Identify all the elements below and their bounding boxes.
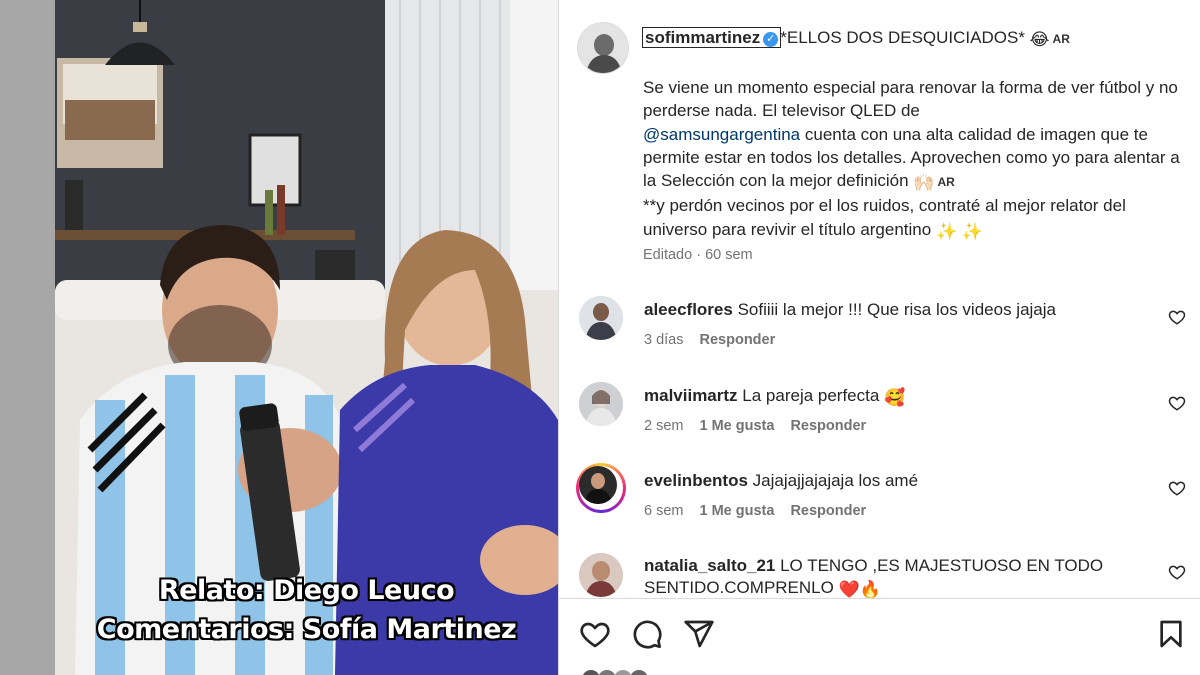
comment-like-count[interactable]: 1 Me gusta <box>700 418 775 434</box>
comment-icon[interactable] <box>631 618 663 650</box>
video-caption-line-2: Comentarios: Sofía Martinez <box>96 614 517 645</box>
commenter-avatar[interactable] <box>579 553 623 597</box>
comment-item: natalia_salto_21 LO TENGO ,ES MAJESTUOSO… <box>559 549 1200 598</box>
video-frame <box>55 0 558 675</box>
comment-text: LO TENGO ,ES MAJESTUOSO EN TODO <box>780 556 1104 575</box>
commenter-username[interactable]: malviimartz <box>644 386 738 405</box>
commenter-avatar[interactable] <box>579 466 617 504</box>
reply-button[interactable]: Responder <box>700 332 776 348</box>
country-tag-2: AR <box>937 175 955 190</box>
comment-like-heart-icon[interactable] <box>1168 308 1186 326</box>
caption-text-1: Se viene un momento especial para renova… <box>643 78 1178 121</box>
commenter-avatar[interactable] <box>579 382 623 426</box>
laugh-emoji: 😂 <box>1029 30 1050 49</box>
liked-by-avatars[interactable] <box>581 669 651 675</box>
mention-link[interactable]: @samsungargentina <box>643 125 800 144</box>
author-username-link[interactable]: sofimmartinez ✓ <box>641 27 782 48</box>
post-actions-bar <box>559 599 1200 675</box>
commenter-avatar[interactable] <box>579 296 623 340</box>
verified-badge-icon: ✓ <box>763 32 779 47</box>
commenter-username[interactable]: evelinbentos <box>644 471 748 490</box>
post-caption: Se viene un momento especial para renova… <box>643 76 1183 243</box>
comment-like-heart-icon[interactable] <box>1168 394 1186 412</box>
reply-button[interactable]: Responder <box>790 503 866 519</box>
video-caption-line-1: Relato: Diego Leuco <box>158 575 455 606</box>
post-header: sofimmartinez ✓ *ELLOS DOS DESQUICIADOS* 😂… <box>641 27 1070 50</box>
country-tag: AR <box>1052 32 1070 46</box>
caption-text-3: **y perdón vecinos por el los ruidos, co… <box>643 196 1126 239</box>
left-margin <box>0 0 55 675</box>
comment-text: Sofiiii la mejor !!! Que risa los videos… <box>737 300 1056 319</box>
post-title: *ELLOS DOS DESQUICIADOS* <box>780 28 1025 47</box>
author-avatar[interactable] <box>577 22 629 74</box>
hands-emoji: 🙌🏻 <box>913 173 935 193</box>
author-username[interactable]: sofimmartinez <box>645 28 760 47</box>
commenter-story-ring[interactable] <box>576 463 626 513</box>
smiling-hearts-emoji: 🥰 <box>884 388 906 407</box>
bookmark-icon[interactable] <box>1155 618 1187 650</box>
share-icon[interactable] <box>683 618 715 650</box>
commenter-username[interactable]: natalia_salto_21 <box>644 556 775 575</box>
reply-button[interactable]: Responder <box>790 418 866 434</box>
edited-timestamp: Editado · 60 sem <box>643 247 753 263</box>
comment-time: 3 días <box>644 332 684 348</box>
post-video[interactable]: Relato: Diego Leuco Comentarios: Sofía M… <box>55 0 558 675</box>
comment-time: 2 sem <box>644 418 684 434</box>
comment-like-count[interactable]: 1 Me gusta <box>700 503 775 519</box>
sparkles-emoji: ✨ ✨ <box>935 221 983 241</box>
comment-like-heart-icon[interactable] <box>1168 563 1186 581</box>
comment-text-continued: SENTIDO.COMPRENLO <box>644 578 834 597</box>
comment-text: Jajajajjajajaja los amé <box>752 471 919 490</box>
post-details-panel: sofimmartinez ✓ *ELLOS DOS DESQUICIADOS* 😂… <box>559 0 1200 675</box>
heart-icon[interactable] <box>579 618 611 650</box>
commenter-username[interactable]: aleecflores <box>644 300 733 319</box>
comment-time: 6 sem <box>644 503 684 519</box>
heart-fire-emoji: ❤️🔥 <box>838 580 881 598</box>
comment-like-heart-icon[interactable] <box>1168 479 1186 497</box>
comment-text: La pareja perfecta <box>742 386 880 405</box>
